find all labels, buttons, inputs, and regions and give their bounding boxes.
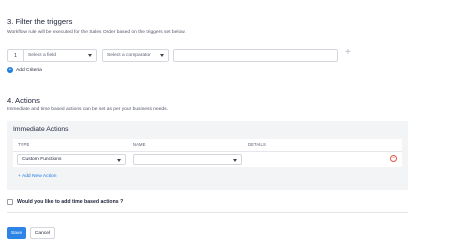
remove-action-icon[interactable]: − [390, 155, 397, 162]
action-name-select[interactable] [133, 154, 242, 165]
filter-section-description: Workflow rule will be executed for the S… [7, 30, 186, 35]
time-based-actions-row: Would you like to add time based actions… [7, 199, 123, 205]
column-header-name: NAME [133, 142, 146, 147]
criteria-value-input[interactable] [173, 49, 338, 62]
comparator-select[interactable]: Select a comparator [102, 49, 169, 62]
action-type-select[interactable]: Custom Functions [17, 154, 126, 165]
actions-section-description: Immediate and time based actions can be … [7, 107, 168, 112]
chevron-down-icon [88, 54, 92, 57]
add-criteria-button[interactable]: + Add Criteria [7, 67, 42, 73]
action-type-value: Custom Functions [22, 157, 62, 162]
add-circle-icon: + [7, 67, 13, 73]
cancel-button[interactable]: Cancel [30, 227, 55, 239]
time-based-actions-checkbox[interactable] [7, 199, 13, 205]
divider [7, 212, 408, 213]
comparator-select-placeholder: Select a comparator [107, 53, 151, 58]
save-button[interactable]: Save [7, 227, 26, 239]
filter-section-title: 3. Filter the triggers [7, 17, 73, 26]
criteria-row-number: 1 [7, 49, 24, 62]
chevron-down-icon [233, 158, 237, 162]
chevron-down-icon [117, 158, 121, 162]
actions-section-title: 4. Actions [7, 96, 40, 105]
field-select[interactable]: Select a field [23, 49, 97, 62]
immediate-actions-title: Immediate Actions [13, 126, 69, 133]
add-new-action-link[interactable]: + Add New Action [18, 174, 56, 179]
field-select-placeholder: Select a field [28, 53, 57, 58]
actions-table-header [13, 139, 402, 152]
time-based-actions-label: Would you like to add time based actions… [17, 199, 124, 205]
column-header-details: DETAILS [248, 142, 266, 147]
column-header-type: TYPE [18, 142, 30, 147]
add-row-plus-icon[interactable]: + [345, 48, 351, 58]
chevron-down-icon [160, 54, 164, 57]
add-criteria-label: Add Criteria [16, 67, 42, 73]
